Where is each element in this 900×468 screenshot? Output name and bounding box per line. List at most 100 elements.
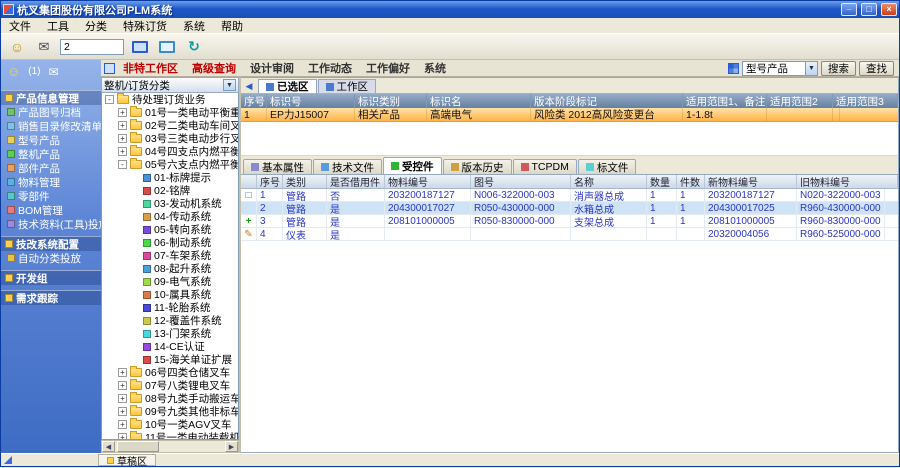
table-row[interactable]: ✎ 4 仪表 是 20320004056 R960-525000-00 xyxy=(241,228,898,241)
sidebar-item[interactable]: 技术资料(工具)投放 xyxy=(1,217,101,231)
menu-item[interactable]: 特殊订货 xyxy=(115,18,175,33)
menu-item[interactable]: 帮助 xyxy=(213,18,251,33)
table-row[interactable]: □ 1 管路 否 203200187127 N006-322000-003 消声… xyxy=(241,189,898,202)
sidebar-item[interactable]: 需求跟踪 xyxy=(1,290,101,305)
sidebar-item[interactable]: 开发组 xyxy=(1,270,101,285)
column-header[interactable]: 标识名 xyxy=(427,94,531,108)
back-arrow-icon[interactable]: ◀ xyxy=(243,80,255,92)
column-header[interactable]: 序号 xyxy=(257,175,283,188)
detail-tab[interactable]: TCPDM xyxy=(513,159,577,174)
menu-item[interactable]: 文件 xyxy=(1,18,39,33)
detail-tab[interactable]: 技术文件 xyxy=(313,159,382,174)
workspace-tab[interactable]: 工作动态 xyxy=(302,60,358,76)
tree-horizontal-scrollbar[interactable]: ◀ ▶ xyxy=(101,440,239,453)
row-icon[interactable]: □ xyxy=(241,189,257,201)
tree-toggle[interactable]: + xyxy=(118,134,127,143)
column-header[interactable]: 名称 xyxy=(571,175,647,188)
view-tab[interactable]: 已选区 xyxy=(258,79,317,93)
detail-tab[interactable]: 版本历史 xyxy=(443,159,512,174)
column-header[interactable]: 件数 xyxy=(677,175,705,188)
product-type-dropdown[interactable]: 型号产品 ▼ xyxy=(742,61,818,76)
sidebar-user-icon[interactable] xyxy=(7,64,20,79)
column-header[interactable]: 适用范围2 xyxy=(767,94,833,108)
table-row[interactable]: + 3 管路 是 208101000005 R050-830000-000 支架… xyxy=(241,215,898,228)
column-header[interactable]: 序号 xyxy=(241,94,267,108)
tree-toggle[interactable]: + xyxy=(118,433,127,440)
menu-item[interactable]: 系统 xyxy=(175,18,213,33)
minimize-button[interactable] xyxy=(841,3,857,16)
tree-toggle[interactable]: + xyxy=(118,394,127,403)
workspace-tab[interactable]: 工作偏好 xyxy=(360,60,416,76)
refresh-icon[interactable] xyxy=(183,37,205,57)
sidebar-item[interactable]: BOM管理 xyxy=(1,203,101,217)
detail-tab[interactable]: 标文件 xyxy=(578,159,637,174)
tree-toggle[interactable]: + xyxy=(118,420,127,429)
draft-area-tab[interactable]: 草稿区 xyxy=(98,454,156,466)
column-header[interactable]: 数量 xyxy=(647,175,677,188)
tree-toggle[interactable]: + xyxy=(118,368,127,377)
sidebar-item[interactable]: 销售目录修改清单 xyxy=(1,119,101,133)
sidebar-item[interactable]: 产品图号归档 xyxy=(1,105,101,119)
detail-tab[interactable]: 基本属性 xyxy=(243,159,312,174)
tree-toggle[interactable]: + xyxy=(118,108,127,117)
sidebar-mail-icon[interactable] xyxy=(49,65,59,79)
column-header[interactable]: 标识号 xyxy=(267,94,355,108)
table-row[interactable]: 2 管路 是 204300017027 R050-430000-000 水箱总成… xyxy=(241,202,898,215)
sidebar-item[interactable]: 技改系统配置 xyxy=(1,236,101,251)
column-header[interactable]: 新物料编号 xyxy=(705,175,797,188)
maximize-button[interactable] xyxy=(861,3,877,16)
tree-toggle[interactable]: + xyxy=(118,407,127,416)
sidebar-item[interactable]: 整机产品 xyxy=(1,147,101,161)
toolbar-search-input[interactable] xyxy=(60,39,124,55)
row-icon[interactable] xyxy=(241,202,257,214)
workspace-tab[interactable]: 高级查询 xyxy=(186,60,242,76)
mail-icon[interactable] xyxy=(33,37,55,57)
sidebar-item[interactable]: 产品信息管理 xyxy=(1,90,101,105)
column-header[interactable]: 标识类别 xyxy=(355,94,427,108)
sidebar-item[interactable]: 物料管理 xyxy=(1,175,101,189)
tree-toggle[interactable]: - xyxy=(105,95,114,104)
preview-button[interactable] xyxy=(129,37,151,57)
sidebar-item[interactable]: 零部件 xyxy=(1,189,101,203)
workspace-tab[interactable]: 设计审阅 xyxy=(244,60,300,76)
row-icon[interactable]: ✎ xyxy=(241,228,257,240)
column-header[interactable]: 版本阶段标记 xyxy=(531,94,683,108)
column-header[interactable]: 适用范围3 xyxy=(833,94,898,108)
search-button[interactable]: 搜索 xyxy=(821,61,856,76)
scroll-right-icon[interactable]: ▶ xyxy=(225,441,238,452)
column-header[interactable]: 旧物料编号 xyxy=(797,175,898,188)
grid-icon[interactable] xyxy=(728,63,739,74)
display-button[interactable] xyxy=(156,37,178,57)
menu-item[interactable]: 分类 xyxy=(77,18,115,33)
sidebar-item[interactable]: 部件产品 xyxy=(1,161,101,175)
row-icon[interactable]: + xyxy=(241,215,257,227)
cell-borrowed: 否 xyxy=(327,189,385,201)
workspace-tab[interactable]: 系统 xyxy=(418,60,452,76)
user-icon[interactable] xyxy=(6,37,28,57)
selected-row[interactable]: 1 EP力J15007 相关产品 高端电气 风险类 2012高风险变更台 1-1… xyxy=(241,108,898,122)
tree-node[interactable]: + 11号一类电动装载机 xyxy=(102,431,238,440)
sidebar-item[interactable]: 自动分类投放 xyxy=(1,251,101,265)
find-button[interactable]: 查找 xyxy=(859,61,894,76)
view-tab[interactable]: 工作区 xyxy=(318,79,377,93)
scroll-left-icon[interactable]: ◀ xyxy=(102,441,115,452)
column-header[interactable] xyxy=(241,175,257,188)
scrollbar-thumb[interactable] xyxy=(117,441,159,452)
column-header[interactable]: 适用范围1、备注1 xyxy=(683,94,767,108)
column-header[interactable]: 是否借用件 xyxy=(327,175,385,188)
detail-tab[interactable]: 受控件 xyxy=(383,157,442,174)
column-header[interactable]: 物料编号 xyxy=(385,175,471,188)
menu-item[interactable]: 工具 xyxy=(39,18,77,33)
tree-toggle[interactable]: - xyxy=(118,160,127,169)
sidebar-item-icon xyxy=(7,122,15,130)
column-header[interactable]: 类别 xyxy=(283,175,327,188)
tree-toggle[interactable]: + xyxy=(118,381,127,390)
chevron-down-icon[interactable]: ▼ xyxy=(223,79,236,91)
chevron-down-icon[interactable]: ▼ xyxy=(805,62,817,75)
tree-toggle[interactable]: + xyxy=(118,147,127,156)
workspace-tab[interactable]: 非特工作区 xyxy=(117,60,184,76)
tree-toggle[interactable]: + xyxy=(118,121,127,130)
sidebar-item[interactable]: 型号产品 xyxy=(1,133,101,147)
close-button[interactable] xyxy=(881,3,897,16)
column-header[interactable]: 图号 xyxy=(471,175,571,188)
